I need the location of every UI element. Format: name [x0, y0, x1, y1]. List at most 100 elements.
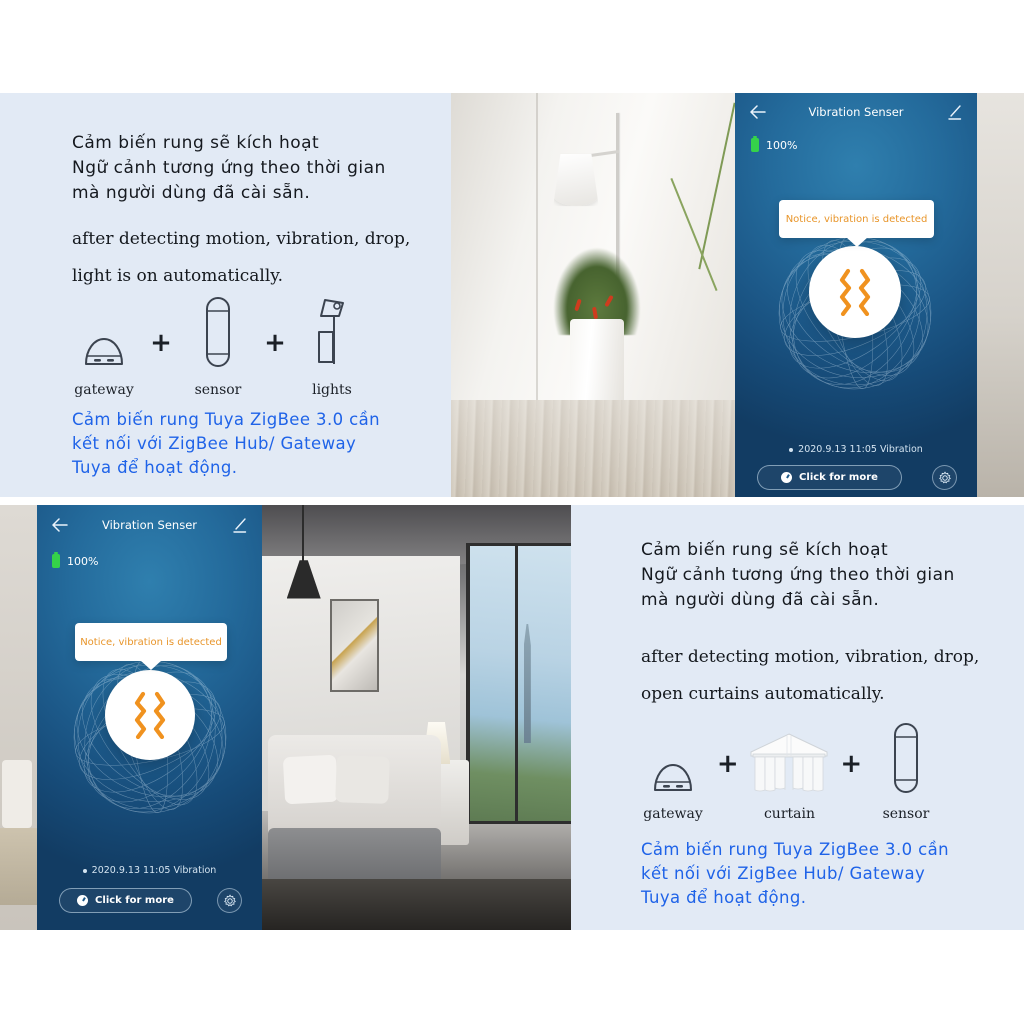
status-disc-bottom[interactable]: [105, 670, 195, 760]
pencil-edit-icon[interactable]: [228, 514, 250, 536]
pillow-right: [335, 754, 390, 804]
vn-heading-line-2: Ngữ cảnh tương ứng theo thời gian: [641, 565, 955, 585]
status-disc-top[interactable]: [809, 246, 901, 338]
en-line-1: after detecting motion, vibration, drop,: [72, 229, 411, 249]
phone-top-bar-top: Vibration Senser: [735, 99, 977, 125]
bottom-right-english-text: after detecting motion, vibration, drop,…: [641, 639, 979, 713]
gateway-item: gateway: [68, 310, 140, 398]
bottom-right-note: Cảm biến rung Tuya ZigBee 3.0 cần kết nố…: [641, 838, 949, 910]
side-cabinet: [0, 828, 38, 905]
notice-text-bottom: Notice, vibration is detected: [80, 636, 222, 648]
curtain-caption: curtain: [763, 806, 815, 822]
photo-floor-sheen: [451, 400, 735, 497]
log-text-bottom: 2020.9.13 11:05 Vibration: [91, 865, 217, 876]
top-left-icon-row: gateway + sensor + lights: [68, 297, 368, 398]
clock-icon: [781, 472, 793, 483]
event-log-bottom: 2020.9.13 11:05 Vibration: [37, 865, 262, 876]
phone-app-screen-top: Vibration Senser 100% Notice, vibration …: [735, 93, 977, 497]
phone-bottom-bar-top: Click for more: [757, 465, 957, 490]
bottom-right-icon-row: gateway + curtain + sensor: [637, 717, 942, 822]
note-line-1: Cảm biến rung Tuya ZigBee 3.0 cần: [641, 840, 949, 859]
vn-heading-line-2: Ngữ cảnh tương ứng theo thời gian: [72, 158, 386, 178]
battery-icon: [52, 554, 60, 568]
battery-label-bottom: 100%: [67, 554, 99, 568]
notice-text-top: Notice, vibration is detected: [785, 213, 928, 225]
en-line-2: open curtains automatically.: [641, 684, 885, 704]
plus-sign-1: +: [716, 749, 739, 779]
en-line-1: after detecting motion, vibration, drop,: [641, 647, 980, 667]
vibration-waves-icon: [134, 691, 166, 739]
sensor-icon: [205, 297, 231, 368]
phone-bottom-bar-bottom: Click for more: [59, 888, 242, 913]
click-for-more-label-bottom: Click for more: [95, 895, 174, 906]
clock-icon: [77, 895, 89, 906]
en-line-2: light is on automatically.: [72, 266, 284, 286]
plant-lamp-photo: [451, 93, 735, 497]
vn-heading-line-3: mà người dùng đã cài sẵn.: [641, 590, 880, 610]
wall-artwork: [329, 598, 380, 692]
gear-icon: [938, 471, 951, 483]
sensor-caption: sensor: [882, 806, 930, 822]
top-left-english-text: after detecting motion, vibration, drop,…: [72, 221, 410, 295]
window-mullion: [515, 543, 519, 824]
battery-icon: [751, 138, 759, 152]
battery-label-top: 100%: [766, 138, 798, 152]
gateway-item: gateway: [637, 732, 709, 822]
back-arrow-icon[interactable]: [747, 101, 769, 123]
vibration-waves-icon: [839, 268, 871, 316]
click-for-more-button-top[interactable]: Click for more: [757, 465, 902, 490]
vn-heading-line-1: Cảm biến rung sẽ kích hoạt: [641, 540, 889, 560]
click-for-more-button-bottom[interactable]: Click for more: [59, 888, 192, 913]
phone-app-screen-bottom: Vibration Senser 100% Notice, vibration …: [37, 505, 262, 930]
lights-icon: [313, 299, 351, 368]
settings-gear-button-bottom[interactable]: [217, 888, 242, 913]
gear-icon: [223, 894, 236, 906]
battery-status-top: 100%: [751, 138, 797, 152]
sensor-icon: [893, 723, 919, 794]
plus-sign-2: +: [840, 749, 863, 779]
phone-top-bar-bottom: Vibration Senser: [37, 512, 262, 538]
log-bullet-icon: [82, 868, 87, 873]
lights-caption: lights: [312, 382, 352, 398]
bottom-right-vietnamese-heading: Cảm biến rung sẽ kích hoạt Ngữ cảnh tươn…: [641, 538, 955, 613]
floor-rug: [262, 879, 571, 930]
click-for-more-label-top: Click for more: [799, 472, 878, 483]
pillow-left: [282, 754, 338, 804]
plus-sign-2: +: [264, 328, 286, 358]
notice-bubble-bottom: Notice, vibration is detected: [75, 623, 227, 661]
gateway-icon: [650, 732, 696, 794]
bottom-right-info-panel: Cảm biến rung sẽ kích hoạt Ngữ cảnh tươn…: [571, 505, 1024, 930]
note-line-2: kết nối với ZigBee Hub/ Gateway: [641, 864, 926, 883]
pendant-lamp-cord: [302, 505, 305, 565]
note-line-2: kết nối với ZigBee Hub/ Gateway: [72, 434, 357, 453]
pencil-edit-icon[interactable]: [943, 101, 965, 123]
settings-gear-button-top[interactable]: [932, 465, 957, 490]
notice-bubble-top: Notice, vibration is detected: [779, 200, 934, 238]
curtain-icon: [747, 732, 831, 794]
gateway-caption: gateway: [643, 806, 703, 822]
photo-wall-edge: [536, 93, 539, 409]
note-line-3: Tuya để hoạt động.: [72, 458, 238, 477]
bedroom-photo: [262, 505, 571, 930]
top-left-note: Cảm biến rung Tuya ZigBee 3.0 cần kết nố…: [72, 408, 380, 480]
phone-title-bottom: Vibration Senser: [101, 518, 198, 532]
event-log-top: 2020.9.13 11:05 Vibration: [735, 444, 977, 455]
gateway-icon: [81, 310, 127, 368]
vn-heading-line-3: mà người dùng đã cài sẵn.: [72, 183, 311, 203]
vn-heading-line-1: Cảm biến rung sẽ kích hoạt: [72, 133, 320, 153]
curtain-item: curtain: [746, 732, 832, 822]
top-left-vietnamese-heading: Cảm biến rung sẽ kích hoạt Ngữ cảnh tươn…: [72, 131, 386, 206]
phone-title-top: Vibration Senser: [808, 105, 904, 119]
log-bullet-icon: [789, 447, 794, 452]
battery-status-bottom: 100%: [52, 554, 98, 568]
collage-canvas: Cảm biến rung sẽ kích hoạt Ngữ cảnh tươn…: [0, 0, 1024, 1024]
note-line-3: Tuya để hoạt động.: [641, 888, 807, 907]
top-left-info-panel: Cảm biến rung sẽ kích hoạt Ngữ cảnh tươn…: [0, 93, 451, 497]
sensor-item: sensor: [182, 297, 254, 398]
log-text-top: 2020.9.13 11:05 Vibration: [798, 444, 923, 455]
back-arrow-icon[interactable]: [49, 514, 71, 536]
sensor-item: sensor: [870, 723, 942, 822]
plus-sign-1: +: [150, 328, 172, 358]
side-vase: [2, 760, 32, 828]
lights-item: lights: [296, 299, 368, 398]
